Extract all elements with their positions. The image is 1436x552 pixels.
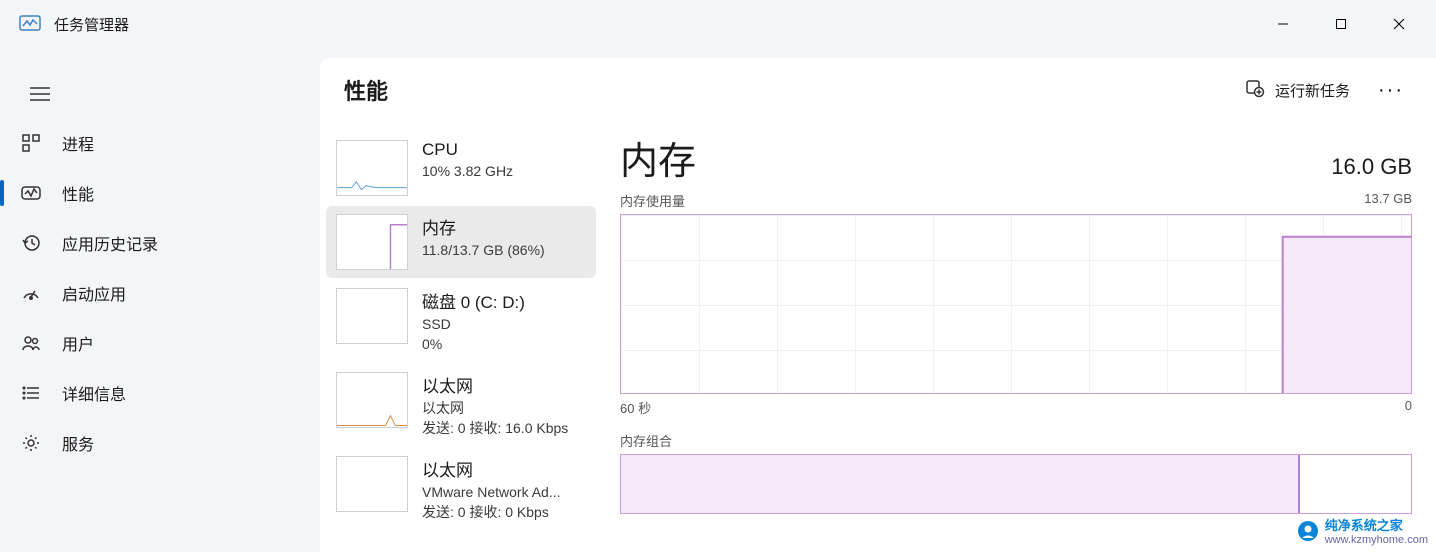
perf-item-memory[interactable]: 内存 11.8/13.7 GB (86%): [326, 206, 596, 278]
x-axis-right: 0: [1405, 398, 1412, 417]
perf-mem-title: 内存: [422, 214, 545, 239]
usage-label: 内存使用量: [620, 191, 685, 210]
perf-item-cpu[interactable]: CPU 10% 3.82 GHz: [326, 132, 596, 204]
watermark-text: 纯净系统之家: [1325, 515, 1428, 534]
history-icon: [20, 232, 42, 254]
perf-thumb-eth0: [336, 372, 408, 428]
composition-label: 内存组合: [620, 431, 1412, 450]
hamburger-menu-button[interactable]: [22, 76, 58, 112]
perf-mem-sub: 11.8/13.7 GB (86%): [422, 241, 545, 261]
perf-cpu-sub: 10% 3.82 GHz: [422, 162, 513, 182]
x-axis-left: 60 秒: [620, 398, 651, 417]
nav-label: 详细信息: [62, 381, 126, 405]
maximize-button[interactable]: [1312, 0, 1370, 48]
perf-item-eth1[interactable]: 以太网 VMware Network Ad... 发送: 0 接收: 0 Kbp…: [326, 448, 596, 530]
run-task-icon: [1245, 78, 1265, 102]
main-header: 性能 运行新任务 ···: [320, 58, 1436, 122]
window-controls: [1254, 0, 1428, 48]
detail-title: 内存: [620, 130, 696, 185]
perf-eth0-title: 以太网: [422, 372, 568, 397]
page-title: 性能: [344, 74, 388, 106]
memory-usage-chart: [620, 214, 1412, 394]
perf-disk-title: 磁盘 0 (C: D:): [422, 288, 525, 313]
more-button[interactable]: ···: [1370, 79, 1412, 102]
nav-details[interactable]: 详细信息: [0, 368, 310, 418]
nav-label: 启动应用: [62, 281, 126, 305]
nav-performance[interactable]: 性能: [0, 168, 310, 218]
run-new-task-button[interactable]: 运行新任务: [1245, 78, 1350, 102]
perf-thumb-cpu: [336, 140, 408, 196]
perf-list: CPU 10% 3.82 GHz 内存 11.8/13.7 GB (86%) 磁…: [320, 130, 602, 533]
memory-composition-chart: [620, 454, 1412, 514]
perf-eth1-sub: VMware Network Ad...: [422, 483, 561, 503]
perf-thumb-memory: [336, 214, 408, 270]
watermark-url: www.kzmyhome.com: [1325, 534, 1428, 546]
perf-thumb-eth1: [336, 456, 408, 512]
perf-disk-sub: SSD: [422, 315, 525, 335]
perf-eth1-title: 以太网: [422, 456, 561, 481]
perf-disk-sub2: 0%: [422, 335, 525, 355]
nav-label: 进程: [62, 131, 94, 155]
perf-cpu-title: CPU: [422, 140, 513, 160]
main-panel: 性能 运行新任务 ··· CPU 10% 3.82 GHz 内存 11.8/13…: [320, 58, 1436, 552]
nav-label: 用户: [62, 331, 94, 355]
perf-item-disk[interactable]: 磁盘 0 (C: D:) SSD 0%: [326, 280, 596, 362]
run-task-label: 运行新任务: [1275, 80, 1350, 101]
list-icon: [20, 382, 42, 404]
close-button[interactable]: [1370, 0, 1428, 48]
nav-label: 应用历史记录: [62, 231, 158, 255]
perf-item-eth0[interactable]: 以太网 以太网 发送: 0 接收: 16.0 Kbps: [326, 364, 596, 446]
detail-total: 16.0 GB: [1331, 154, 1412, 180]
nav-label: 性能: [62, 181, 94, 205]
detail-panel: 内存 16.0 GB 内存使用量 13.7 GB 60 秒 0 内存组合: [620, 130, 1412, 552]
users-icon: [20, 332, 42, 354]
nav-processes[interactable]: 进程: [0, 118, 310, 168]
nav-label: 服务: [62, 431, 94, 455]
grid-icon: [20, 132, 42, 154]
minimize-button[interactable]: [1254, 0, 1312, 48]
usage-max: 13.7 GB: [1364, 191, 1412, 210]
pulse-icon: [20, 182, 42, 204]
watermark: 纯净系统之家 www.kzmyhome.com: [1297, 515, 1428, 546]
nav-users[interactable]: 用户: [0, 318, 310, 368]
perf-eth0-sub2: 发送: 0 接收: 16.0 Kbps: [422, 419, 568, 439]
nav-app-history[interactable]: 应用历史记录: [0, 218, 310, 268]
title-bar: 任务管理器: [0, 0, 1436, 48]
perf-eth1-sub2: 发送: 0 接收: 0 Kbps: [422, 503, 561, 523]
sidebar-nav: 进程 性能 应用历史记录 启动应用 用户 详细信息 服务: [0, 118, 310, 468]
perf-thumb-disk: [336, 288, 408, 344]
gear-icon: [20, 432, 42, 454]
nav-startup[interactable]: 启动应用: [0, 268, 310, 318]
app-icon: [18, 12, 42, 36]
nav-services[interactable]: 服务: [0, 418, 310, 468]
perf-eth0-sub: 以太网: [422, 399, 568, 419]
app-title: 任务管理器: [54, 14, 129, 35]
gauge-icon: [20, 282, 42, 304]
